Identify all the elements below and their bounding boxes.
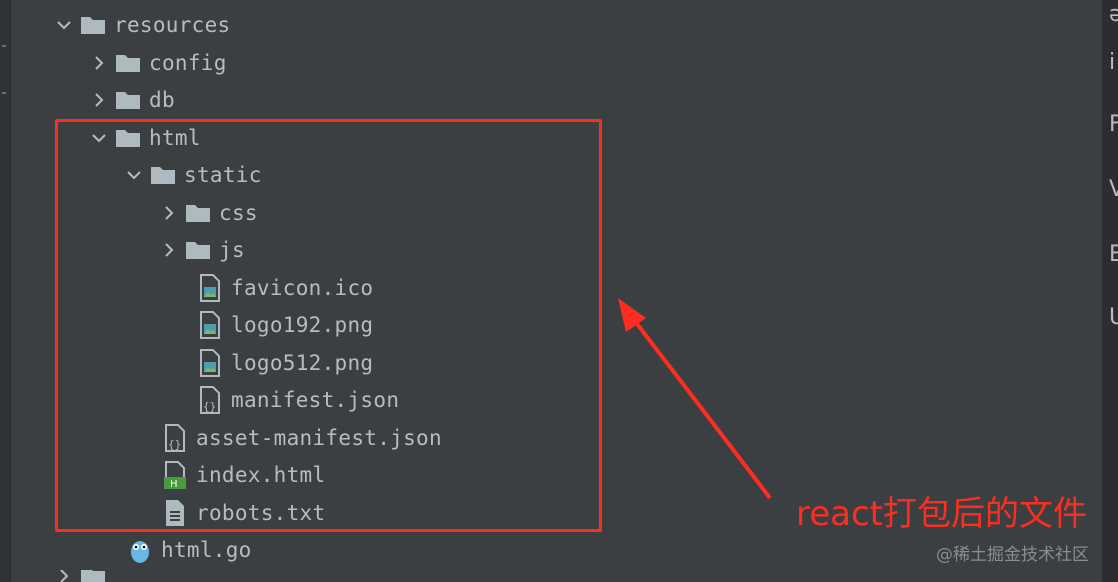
strip-mark bbox=[2, 45, 6, 47]
tree-row-resources[interactable]: resources bbox=[52, 6, 231, 43]
tree-item-label: db bbox=[149, 87, 175, 112]
gutter-char: ə bbox=[1109, 2, 1118, 27]
tree-row-db[interactable]: db bbox=[87, 81, 175, 118]
strip-mark bbox=[2, 92, 6, 94]
gutter-char: E bbox=[1109, 242, 1118, 267]
chevron-down-icon[interactable] bbox=[52, 13, 80, 37]
folder-icon bbox=[81, 570, 105, 582]
tree-row-html-go[interactable]: html.go bbox=[129, 531, 252, 568]
folder-icon bbox=[116, 91, 140, 109]
highlight-box bbox=[55, 119, 602, 532]
tree-row-partial bbox=[52, 570, 114, 582]
chevron-right-icon[interactable] bbox=[87, 51, 115, 75]
watermark: @稀土掘金技术社区 bbox=[936, 545, 1089, 565]
gutter-char: U bbox=[1109, 305, 1118, 330]
gutter-char: V bbox=[1109, 177, 1118, 202]
right-editor-gutter: ə i F V E U bbox=[1102, 0, 1118, 582]
chevron-right-icon bbox=[52, 570, 80, 582]
tree-row-config[interactable]: config bbox=[87, 44, 227, 81]
annotation-text: react打包后的文件 bbox=[796, 494, 1088, 534]
tree-item-label: resources bbox=[114, 12, 231, 37]
left-tool-strip bbox=[0, 0, 11, 582]
tree-item-label: html.go bbox=[161, 537, 252, 562]
annotation-arrow bbox=[618, 298, 772, 500]
gutter-char: F bbox=[1109, 112, 1118, 137]
tree-item-label: config bbox=[149, 50, 227, 75]
chevron-right-icon[interactable] bbox=[87, 88, 115, 112]
go-gopher-icon bbox=[131, 540, 149, 563]
gutter-char: i bbox=[1109, 50, 1116, 75]
folder-icon bbox=[116, 54, 140, 72]
folder-icon bbox=[81, 16, 105, 34]
